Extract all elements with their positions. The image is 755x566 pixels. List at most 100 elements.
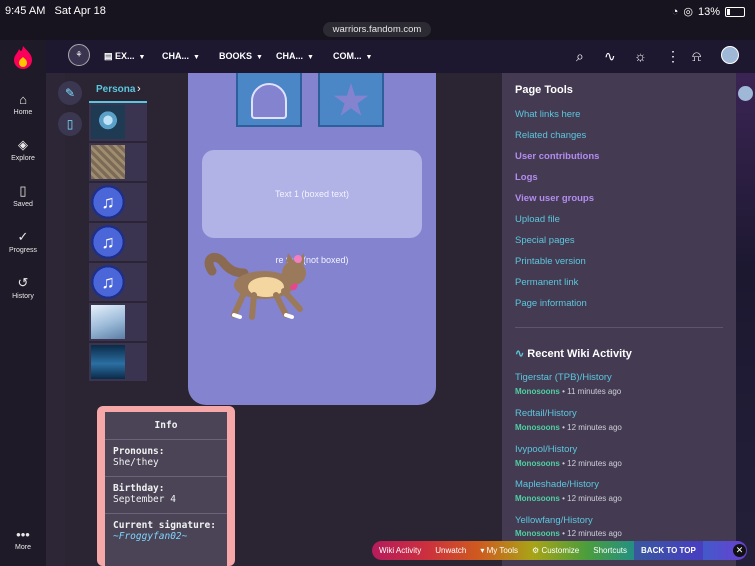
status-bar: 9:45 AM Sat Apr 18 ◔ ◎ 13%	[0, 0, 755, 22]
my-tools-label: My Tools	[486, 546, 519, 555]
activity-time: • 12 minutes ago	[562, 423, 622, 432]
signature-label: Current signature:	[113, 520, 216, 531]
activity-user[interactable]: Monosoons	[515, 529, 560, 538]
signature-value[interactable]: ~Froggyfan02~	[113, 531, 223, 542]
link-related-changes[interactable]: Related changes	[515, 130, 586, 141]
clover-badge-icon	[236, 73, 302, 127]
wave-image	[91, 345, 125, 379]
eye-image	[91, 105, 125, 139]
location-icon: ◎	[683, 6, 693, 18]
activity-icon[interactable]: ∿	[604, 48, 616, 65]
activity-time: • 12 minutes ago	[562, 494, 622, 503]
activity-link[interactable]: Ivypool/History	[515, 444, 577, 455]
music-note-icon: ♫	[91, 265, 125, 299]
user-avatar[interactable]	[721, 46, 739, 64]
rail-progress[interactable]: ✓ Progress	[0, 229, 46, 254]
activity-meta: Monosoons • 12 minutes ago	[515, 529, 622, 538]
wiki-emblem-icon[interactable]: ⚘	[68, 44, 90, 66]
activity-pulse-icon: ∿	[515, 348, 525, 360]
toolbar-customize[interactable]: ⚙ Customize	[525, 541, 586, 560]
back-to-top-button[interactable]: BACK TO TOP	[634, 541, 703, 560]
music-note-icon: ♫	[91, 225, 125, 259]
nav-item-characters[interactable]: CHA... ▼	[162, 51, 200, 61]
activity-user[interactable]: Monosoons	[515, 494, 560, 503]
link-permanent-link[interactable]: Permanent link	[515, 277, 578, 288]
wiki-top-nav: ⚘ ▤ EX... ▼ CHA... ▼ BOOKS ▼ CHA... ▼ COM...…	[46, 40, 755, 73]
theme-sun-icon[interactable]: ☼	[634, 48, 647, 64]
info-card: Info Pronouns: She/they Birthday: Septem…	[97, 406, 235, 566]
fandom-logo-icon[interactable]	[13, 45, 33, 69]
rail-saved-label: Saved	[13, 201, 33, 208]
birthday-row: Birthday: September 4	[105, 477, 227, 514]
close-icon[interactable]: ✕	[733, 544, 746, 557]
nav-item-chapters[interactable]: CHA... ▼	[276, 51, 314, 61]
search-icon[interactable]: ⌕	[576, 48, 584, 65]
info-card-body: Info Pronouns: She/they Birthday: Septem…	[105, 412, 227, 566]
more-dots-icon: •••	[16, 527, 30, 542]
more-vertical-icon[interactable]: ⋮	[666, 48, 680, 65]
tab-scroll-right-icon[interactable]: ›	[137, 83, 141, 95]
toolbar-shortcuts[interactable]: Shortcuts	[586, 541, 634, 560]
link-upload-file[interactable]: Upload file	[515, 214, 560, 225]
save-bookmark-icon[interactable]: ▯	[58, 112, 82, 136]
activity-user[interactable]: Monosoons	[515, 423, 560, 432]
link-page-information[interactable]: Page information	[515, 298, 587, 309]
activity-link[interactable]: Yellowfang/History	[515, 515, 593, 526]
link-view-user-groups[interactable]: View user groups	[515, 193, 594, 204]
toolbar-wiki-activity[interactable]: Wiki Activity	[372, 541, 428, 560]
edge-avatar[interactable]	[738, 86, 753, 101]
profile-tab-personal[interactable]: Persona	[96, 84, 135, 95]
gallery-item[interactable]: ♫	[89, 223, 147, 261]
recent-activity-title: Recent Wiki Activity	[527, 348, 632, 360]
url-pill[interactable]: warriors.fandom.com	[323, 22, 431, 37]
rail-home[interactable]: ⌂ Home	[0, 92, 46, 116]
rail-history[interactable]: ↺ History	[0, 275, 46, 300]
rail-explore[interactable]: ◈ Explore	[0, 137, 46, 162]
activity-user[interactable]: Monosoons	[515, 387, 560, 396]
pronouns-label: Pronouns:	[113, 446, 165, 457]
gallery-item[interactable]: ♫	[89, 183, 147, 221]
activity-user[interactable]: Monosoons	[515, 459, 560, 468]
profile-gallery: ♫ ♫ ♫	[89, 103, 147, 383]
music-note-icon: ♫	[91, 185, 125, 219]
activity-time: • 12 minutes ago	[562, 459, 622, 468]
activity-link[interactable]: Redtail/History	[515, 408, 577, 419]
toolbar-unwatch[interactable]: Unwatch	[428, 541, 473, 560]
clover-glyph	[251, 83, 287, 119]
rail-home-label: Home	[13, 109, 33, 116]
nav-item-community[interactable]: COM... ▼	[333, 51, 372, 61]
history-icon: ↺	[17, 275, 29, 290]
gallery-item[interactable]: ♫	[89, 263, 147, 301]
nav-item-explore[interactable]: ▤ EX... ▼	[104, 51, 145, 62]
star-badge-icon	[318, 73, 384, 127]
notifications-bell-icon[interactable]: ⍾	[692, 48, 701, 65]
nav-book-icon: ▤	[104, 51, 113, 61]
chevron-down-icon: ▼	[193, 54, 200, 61]
activity-meta: Monosoons • 12 minutes ago	[515, 494, 622, 503]
gallery-item[interactable]	[89, 143, 147, 181]
link-printable-version[interactable]: Printable version	[515, 256, 586, 267]
tabby-cat-image	[91, 145, 125, 179]
cat-sprite-image	[204, 252, 306, 320]
rail-more-label: More	[15, 544, 31, 551]
activity-link[interactable]: Tigerstar (TPB)/History	[515, 372, 612, 383]
profile-panel: Text 1 (boxed text) re text (not boxed)	[188, 73, 436, 405]
chevron-down-icon: ▼	[365, 54, 373, 61]
gallery-item[interactable]	[89, 103, 147, 141]
rail-more[interactable]: ••• More	[0, 527, 46, 551]
edit-pencil-icon[interactable]: ✎	[58, 81, 82, 105]
link-special-pages[interactable]: Special pages	[515, 235, 575, 246]
gallery-item[interactable]	[89, 343, 147, 381]
link-user-contributions[interactable]: User contributions	[515, 151, 599, 162]
rail-saved[interactable]: ▯ Saved	[0, 183, 46, 208]
link-what-links-here[interactable]: What links here	[515, 109, 580, 120]
link-logs[interactable]: Logs	[515, 172, 538, 183]
activity-link[interactable]: Mapleshade/History	[515, 479, 599, 490]
caret-icon: ▾	[480, 546, 485, 555]
toolbar-my-tools[interactable]: ▾ My Tools	[473, 541, 525, 560]
battery-percent: 13%	[697, 5, 720, 18]
gallery-item[interactable]	[89, 303, 147, 341]
chevron-down-icon: ▼	[138, 54, 146, 61]
nav-item-books[interactable]: BOOKS ▼	[219, 51, 263, 61]
status-time: 9:45 AM Sat Apr 18	[5, 5, 106, 17]
